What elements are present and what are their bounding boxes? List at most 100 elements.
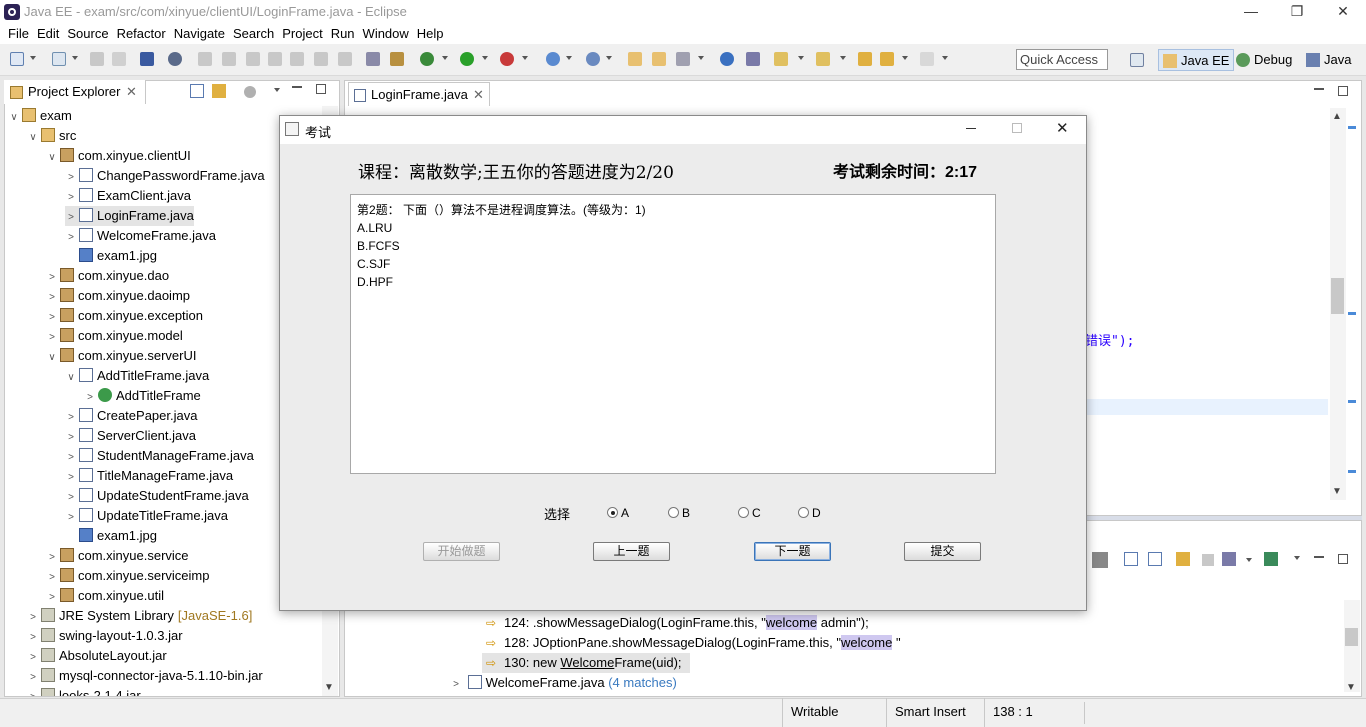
tree-item[interactable]: > com.xinyue.daoimp: [46, 286, 190, 306]
new-server-dropdown-icon[interactable]: [72, 56, 78, 60]
next-question-button[interactable]: 下一题: [754, 542, 831, 561]
search-dropdown-icon[interactable]: [698, 56, 704, 60]
minimize-button[interactable]: —: [1228, 0, 1274, 24]
tree-item[interactable]: ∨ com.xinyue.serverUI: [46, 346, 196, 366]
pin-search-icon[interactable]: [1264, 552, 1278, 566]
perspective-java[interactable]: Java: [1302, 49, 1355, 71]
perspective-java-ee[interactable]: Java EE: [1158, 49, 1235, 71]
editor-scroll-down-icon[interactable]: ▼: [1332, 486, 1342, 497]
toggle-mark-icon[interactable]: [746, 52, 760, 66]
tree-item[interactable]: > WelcomeFrame.java: [65, 226, 216, 246]
status-insert-mode[interactable]: Smart Insert: [886, 698, 984, 727]
option-radio-a[interactable]: A: [607, 506, 629, 520]
tree-item[interactable]: > com.xinyue.exception: [46, 306, 203, 326]
new-class-icon[interactable]: [586, 52, 600, 66]
globe-icon[interactable]: [720, 52, 734, 66]
expand-arrow-icon[interactable]: >: [65, 488, 77, 508]
expand-arrow-icon[interactable]: >: [46, 328, 58, 348]
forward-dropdown-icon[interactable]: [942, 56, 948, 60]
expand-arrow-icon[interactable]: >: [65, 208, 77, 228]
overview-marker[interactable]: [1348, 126, 1356, 129]
new-class-dropdown-icon[interactable]: [606, 56, 612, 60]
maximize-button[interactable]: ❐: [1274, 0, 1320, 24]
forward-icon[interactable]: [920, 52, 934, 66]
expand-arrow-icon[interactable]: >: [27, 688, 39, 696]
option-radio-c[interactable]: C: [738, 506, 761, 520]
project-explorer-tab[interactable]: Project Explorer ✕: [4, 80, 146, 104]
overview-marker[interactable]: [1348, 312, 1356, 315]
tree-item[interactable]: > AddTitleFrame: [84, 386, 201, 406]
tree-item[interactable]: ∨ AddTitleFrame.java: [65, 366, 209, 386]
collapse-arrow-icon[interactable]: ∨: [27, 128, 39, 148]
last-edit-icon[interactable]: [858, 52, 872, 66]
menu-search[interactable]: Search: [229, 24, 278, 44]
expand-arrow-icon[interactable]: >: [65, 428, 77, 448]
tree-item[interactable]: > UpdateTitleFrame.java: [65, 506, 228, 526]
collapse-arrow-icon[interactable]: ∨: [46, 348, 58, 368]
expand-arrow-icon[interactable]: >: [84, 388, 96, 408]
close-tab-icon[interactable]: ✕: [126, 84, 137, 100]
skip-breakpoints-icon[interactable]: [168, 52, 182, 66]
tree-item[interactable]: > CreatePaper.java: [65, 406, 197, 426]
previous-annotation-icon[interactable]: [816, 52, 830, 66]
tree-item[interactable]: > JRE System Library [JavaSE-1.6]: [27, 606, 252, 626]
search-view-menu-icon[interactable]: [1294, 556, 1300, 560]
run-external-tools-icon[interactable]: [500, 52, 514, 66]
expand-arrow-icon[interactable]: >: [27, 648, 39, 668]
search-history-dropdown-icon[interactable]: [1246, 558, 1252, 562]
console-icon[interactable]: [140, 52, 154, 66]
expand-arrow-icon[interactable]: >: [27, 628, 39, 648]
close-editor-tab-icon[interactable]: ✕: [473, 87, 484, 103]
expand-arrow-icon[interactable]: >: [46, 288, 58, 308]
maximize-editor-icon[interactable]: [1338, 86, 1348, 96]
expand-arrow-icon[interactable]: >: [65, 508, 77, 528]
new-icon[interactable]: [10, 52, 24, 66]
save-icon[interactable]: [90, 52, 104, 66]
dialog-close-button[interactable]: ✕: [1056, 119, 1069, 137]
tree-item[interactable]: > LoginFrame.java: [65, 206, 194, 226]
expand-arrow-icon[interactable]: >: [65, 168, 77, 188]
step-into-icon[interactable]: [290, 52, 304, 66]
expand-arrow-icon[interactable]: >: [27, 668, 39, 688]
overview-marker[interactable]: [1348, 400, 1356, 403]
open-perspective-icon[interactable]: [1130, 53, 1144, 67]
menu-window[interactable]: Window: [359, 24, 413, 44]
tree-item[interactable]: > com.xinyue.util: [46, 586, 164, 606]
tree-item[interactable]: > ChangePasswordFrame.java: [65, 166, 265, 186]
filter-icon[interactable]: [244, 86, 256, 98]
collapse-all-icon[interactable]: [190, 84, 204, 98]
menu-refactor[interactable]: Refactor: [113, 24, 170, 44]
search-scrollbar[interactable]: [1344, 600, 1360, 692]
search-result-row[interactable]: ⇨ 128: JOptionPane.showMessageDialog(Logi…: [486, 633, 901, 653]
collapse-arrow-icon[interactable]: ∨: [46, 148, 58, 168]
expand-arrow-icon[interactable]: >: [65, 188, 77, 208]
next-annotation-dropdown-icon[interactable]: [798, 56, 804, 60]
tree-item[interactable]: > com.xinyue.serviceimp: [46, 566, 210, 586]
tree-item[interactable]: > com.xinyue.service: [46, 546, 189, 566]
option-radio-d[interactable]: D: [798, 506, 821, 520]
search-scroll-down-icon[interactable]: ▼: [1346, 682, 1356, 693]
tree-item[interactable]: > com.xinyue.model: [46, 326, 183, 346]
tree-item[interactable]: ∨ exam: [8, 106, 72, 126]
new-java-project-icon[interactable]: [546, 52, 560, 66]
expand-arrow-icon[interactable]: >: [27, 608, 39, 628]
expand-arrow-icon[interactable]: >: [65, 408, 77, 428]
expand-arrow-icon[interactable]: >: [46, 568, 58, 588]
tree-item[interactable]: > UpdateStudentFrame.java: [65, 486, 249, 506]
expand-arrow-icon[interactable]: >: [46, 268, 58, 288]
expand-all-icon[interactable]: [1124, 552, 1138, 566]
tree-item[interactable]: > ExamClient.java: [65, 186, 191, 206]
menu-run[interactable]: Run: [327, 24, 359, 44]
run-dropdown-icon[interactable]: [482, 56, 488, 60]
minimize-search-icon[interactable]: [1314, 556, 1324, 558]
search-history-icon[interactable]: [1222, 552, 1236, 566]
option-radio-b[interactable]: B: [668, 506, 690, 520]
scroll-up-icon[interactable]: ▲: [1332, 111, 1342, 122]
expand-arrow-icon[interactable]: >: [46, 588, 58, 608]
expand-arrow-icon[interactable]: >: [65, 448, 77, 468]
new-dropdown-icon[interactable]: [30, 56, 36, 60]
next-annotation-icon[interactable]: [774, 52, 788, 66]
save-all-icon[interactable]: [112, 52, 126, 66]
expand-arrow-icon[interactable]: >: [65, 468, 77, 488]
collapse-arrow-icon[interactable]: ∨: [65, 368, 77, 388]
